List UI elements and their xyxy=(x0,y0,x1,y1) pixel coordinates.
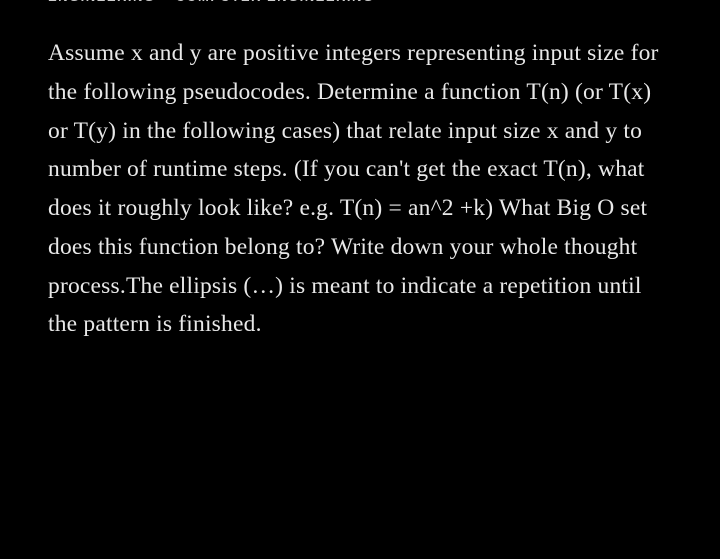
content-wrapper: ENGINEERING COMPUTER ENGINEERING Assume … xyxy=(0,0,720,344)
breadcrumb-item-computer-engineering[interactable]: COMPUTER ENGINEERING xyxy=(176,0,375,4)
question-body-text: Assume x and y are positive integers rep… xyxy=(48,34,672,344)
breadcrumb: ENGINEERING COMPUTER ENGINEERING xyxy=(48,0,672,8)
breadcrumb-item-engineering[interactable]: ENGINEERING xyxy=(48,0,156,4)
